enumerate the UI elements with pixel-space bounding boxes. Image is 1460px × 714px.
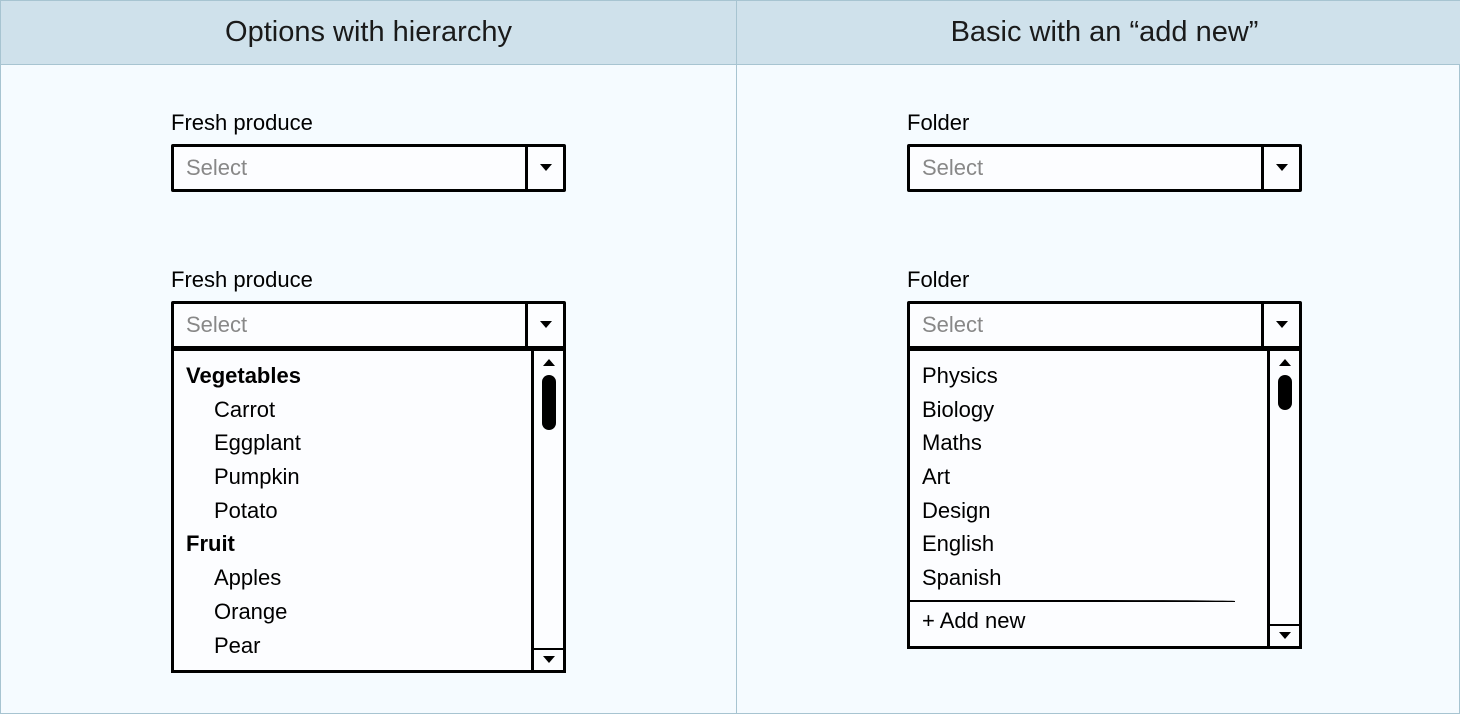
select-placeholder: Select: [910, 312, 1261, 338]
option-pear[interactable]: Pear: [174, 629, 531, 663]
group-vegetables: Vegetables: [174, 359, 531, 393]
scroll-down-icon[interactable]: [534, 648, 563, 670]
divider: [910, 600, 1235, 602]
fresh-produce-select-expanded[interactable]: Select: [171, 301, 566, 349]
option-potato[interactable]: Potato: [174, 494, 531, 528]
scroll-up-icon[interactable]: [1270, 351, 1299, 373]
option-spanish[interactable]: Spanish: [910, 561, 1267, 595]
panel-hierarchy-title: Options with hierarchy: [1, 1, 736, 65]
option-eggplant[interactable]: Eggplant: [174, 426, 531, 460]
field-fresh-produce-expanded: Fresh produce Select Vegetables Carrot E…: [171, 267, 566, 673]
option-apples[interactable]: Apples: [174, 561, 531, 595]
folder-select-collapsed[interactable]: Select: [907, 144, 1302, 192]
select-placeholder: Select: [910, 155, 1261, 181]
scroll-down-icon[interactable]: [1270, 624, 1299, 646]
option-art[interactable]: Art: [910, 460, 1267, 494]
panel-add-new: Basic with an “add new” Folder Select Fo…: [737, 1, 1460, 713]
chevron-down-icon: [525, 147, 563, 189]
chevron-down-icon: [1261, 147, 1299, 189]
option-orange[interactable]: Orange: [174, 595, 531, 629]
select-placeholder: Select: [174, 312, 525, 338]
fresh-produce-label-1: Fresh produce: [171, 110, 566, 136]
chevron-down-icon: [525, 304, 563, 346]
fresh-produce-select-collapsed[interactable]: Select: [171, 144, 566, 192]
option-english[interactable]: English: [910, 527, 1267, 561]
folder-select-expanded[interactable]: Select: [907, 301, 1302, 349]
scroll-thumb[interactable]: [542, 375, 556, 430]
folder-dropdown: Physics Biology Maths Art Design English…: [907, 346, 1302, 649]
select-placeholder: Select: [174, 155, 525, 181]
group-fruit: Fruit: [174, 527, 531, 561]
option-biology[interactable]: Biology: [910, 393, 1267, 427]
panel-hierarchy: Options with hierarchy Fresh produce Sel…: [1, 1, 737, 713]
option-physics[interactable]: Physics: [910, 359, 1267, 393]
scroll-thumb[interactable]: [1278, 375, 1292, 410]
option-maths[interactable]: Maths: [910, 426, 1267, 460]
chevron-down-icon: [1261, 304, 1299, 346]
scrollbar: [531, 351, 563, 670]
scrollbar: [1267, 351, 1299, 646]
add-new-button[interactable]: + Add new: [910, 604, 1267, 638]
field-folder-collapsed: Folder Select: [907, 110, 1302, 192]
folder-label-1: Folder: [907, 110, 1302, 136]
field-fresh-produce-collapsed: Fresh produce Select: [171, 110, 566, 192]
folder-label-2: Folder: [907, 267, 1302, 293]
option-carrot[interactable]: Carrot: [174, 393, 531, 427]
field-folder-expanded: Folder Select Physics Biology Maths Art: [907, 267, 1302, 649]
fresh-produce-dropdown: Vegetables Carrot Eggplant Pumpkin Potat…: [171, 346, 566, 673]
panel-add-new-title: Basic with an “add new”: [737, 1, 1460, 65]
scroll-up-icon[interactable]: [534, 351, 563, 373]
fresh-produce-label-2: Fresh produce: [171, 267, 566, 293]
option-design[interactable]: Design: [910, 494, 1267, 528]
option-pumpkin[interactable]: Pumpkin: [174, 460, 531, 494]
